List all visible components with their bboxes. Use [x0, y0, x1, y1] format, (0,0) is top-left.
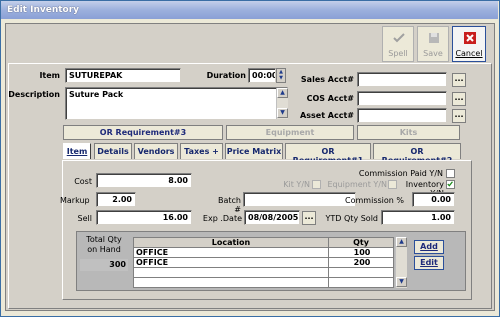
tab-item[interactable]: Item [63, 143, 91, 159]
sales-acct-lookup-button[interactable]: ... [452, 73, 466, 87]
batch-label: Batch # [218, 196, 241, 214]
asset-acct-label: Asset Acct# [300, 111, 354, 120]
tab-vendors[interactable]: Vendors [134, 143, 178, 159]
total-qty-label-line1: Total Qty [86, 235, 122, 244]
inventory-yn-checkbox[interactable] [446, 180, 455, 189]
sales-acct-label: Sales Acct# [300, 75, 354, 84]
spin-down-icon: ▼ [279, 75, 283, 81]
grid-scroll-down-icon[interactable]: ▼ [396, 277, 407, 287]
cost-label: Cost [74, 177, 92, 186]
save-button-label: Save [423, 49, 443, 58]
tab-details[interactable]: Details [94, 143, 132, 159]
table-row-2-qty[interactable]: 200 [328, 258, 394, 268]
cos-acct-lookup-button[interactable]: ... [452, 92, 466, 106]
window-title: Edit Inventory [1, 1, 498, 19]
ytd-qty-sold-label: YTD Qty Sold [325, 214, 378, 223]
cost-field[interactable]: 8.00 [96, 173, 192, 188]
commission-pct-field[interactable]: 0.00 [412, 192, 455, 207]
table-row-3-location[interactable] [133, 268, 329, 278]
asset-acct-lookup-button[interactable]: ... [452, 109, 466, 123]
commission-pct-label: Commission % [345, 196, 404, 205]
tab-or-requirement-1[interactable]: OR Requirement#1 [285, 143, 371, 165]
description-scrollbar[interactable]: ▲ ▼ [276, 88, 288, 119]
qty-column-header[interactable]: Qty [328, 237, 394, 248]
cos-acct-label: COS Acct# [306, 94, 354, 103]
equipment-yn-label: Equipment Y/N [327, 180, 387, 189]
markup-label: Markup [60, 196, 90, 205]
kit-yn-checkbox[interactable] [312, 180, 321, 189]
scroll-up-icon[interactable]: ▲ [277, 88, 288, 98]
stock-grid-scrollbar[interactable]: ▲ ▼ [395, 237, 407, 288]
commission-paid-checkbox[interactable] [446, 169, 455, 178]
total-qty-value: 300 [80, 259, 128, 271]
save-disk-icon [429, 33, 439, 43]
description-field[interactable]: Suture Pack [65, 87, 288, 120]
table-row-4-location[interactable] [133, 278, 329, 288]
asset-acct-field[interactable] [357, 108, 447, 123]
cancel-x-icon [464, 32, 476, 44]
table-row-1-location[interactable]: OFFICE [133, 248, 329, 258]
tab-price-matrix[interactable]: Price Matrix [225, 143, 283, 159]
save-button[interactable]: Save [417, 26, 449, 62]
table-row-2-location[interactable]: OFFICE [133, 258, 329, 268]
duration-field[interactable]: 00:00 [248, 68, 276, 83]
tab-or-requirement-2[interactable]: OR Requirement#2 [373, 143, 461, 165]
total-qty-label: Total Qty on Hand [80, 235, 128, 255]
tab-kits[interactable]: Kits [357, 125, 460, 140]
scroll-down-icon[interactable]: ▼ [277, 108, 288, 118]
sales-acct-field[interactable] [357, 72, 447, 87]
table-row-3-qty[interactable] [328, 268, 394, 278]
cos-acct-field[interactable] [357, 91, 447, 106]
edit-button[interactable]: Edit [414, 256, 444, 270]
tab-equipment[interactable]: Equipment [226, 125, 354, 140]
exp-date-field[interactable]: 08/08/2005 [244, 210, 300, 225]
add-button[interactable]: Add [414, 240, 444, 254]
sell-field[interactable]: 16.00 [96, 210, 192, 225]
exp-date-picker-button[interactable]: ... [302, 211, 316, 225]
ytd-qty-sold-field[interactable]: 1.00 [381, 210, 455, 225]
table-row-4-qty[interactable] [328, 278, 394, 288]
item-field[interactable]: SUTUREPAK [65, 68, 181, 83]
table-row-1-qty[interactable]: 100 [328, 248, 394, 258]
exp-date-label: Exp .Date [202, 214, 242, 223]
kit-yn-label: Kit Y/N [283, 180, 310, 189]
checkmark-icon [447, 181, 453, 187]
spell-check-icon [393, 33, 405, 43]
cancel-button-label: Cancel [455, 49, 483, 58]
spell-button-label: Spell [388, 49, 408, 58]
cancel-button[interactable]: Cancel [452, 26, 486, 62]
tab-taxes[interactable]: Taxes + [180, 143, 223, 159]
description-label: Description [8, 90, 60, 99]
sell-label: Sell [77, 214, 92, 223]
duration-label: Duration [206, 71, 246, 80]
item-label: Item [39, 71, 60, 80]
markup-field[interactable]: 2.00 [96, 192, 136, 207]
duration-spinner[interactable]: ▲ ▼ [276, 68, 286, 83]
total-qty-label-line2: on Hand [87, 245, 121, 254]
spell-button[interactable]: Spell [382, 26, 414, 62]
location-column-header[interactable]: Location [133, 237, 329, 248]
grid-scroll-up-icon[interactable]: ▲ [396, 237, 407, 247]
tab-or-requirement-3[interactable]: OR Requirement#3 [63, 125, 223, 140]
commission-paid-label: Commission Paid Y/N [358, 169, 443, 178]
